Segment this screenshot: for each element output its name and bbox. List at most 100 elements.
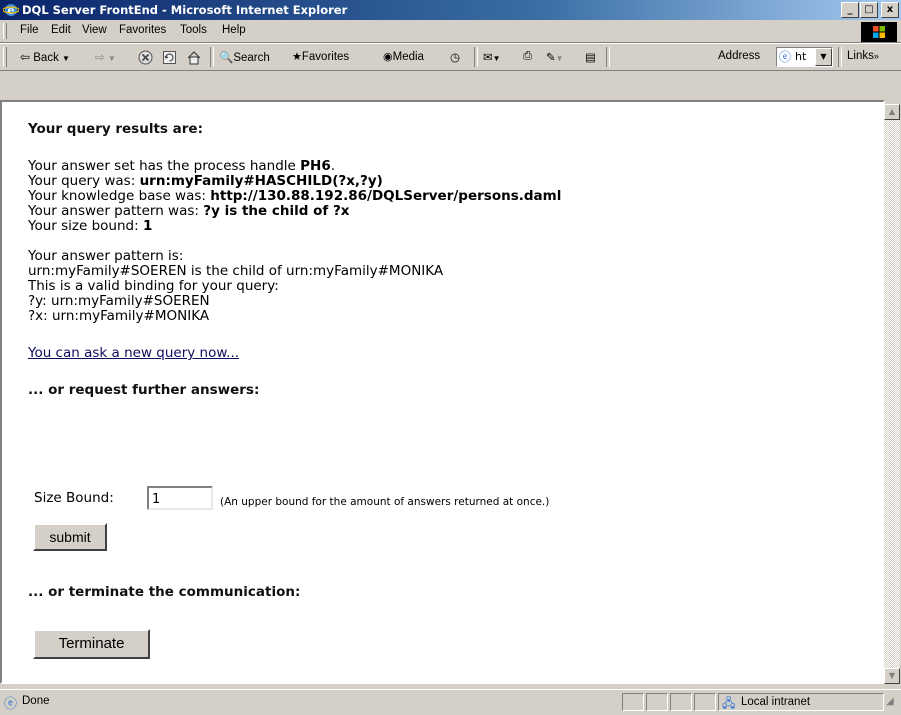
windows-flag-icon: [873, 26, 885, 38]
answer-line: ?x: urn:myFamily#MONIKA: [28, 308, 210, 324]
scroll-down-button[interactable]: ▼: [884, 668, 900, 684]
back-button[interactable]: ⇦ Back ▼: [20, 50, 70, 64]
answer-pattern-line: Your answer pattern was: ?y is the child…: [28, 204, 868, 219]
toolbar-separator: [210, 47, 214, 67]
media-icon: ◉: [383, 51, 393, 63]
address-label: Address: [718, 50, 761, 62]
size-bound-input[interactable]: 1: [147, 486, 213, 510]
answer-line: Your answer pattern is:: [28, 248, 184, 264]
query-line: Your query was: urn:myFamily#HASCHILD(?x…: [28, 174, 868, 189]
ie-throbber: [861, 22, 897, 42]
address-field[interactable]: ⓔ ht ▼: [776, 47, 833, 67]
process-handle: PH6: [300, 158, 331, 174]
size-bound-line: Your size bound: 1: [28, 219, 868, 234]
svg-text:e: e: [8, 4, 15, 17]
toolbar-separator: [474, 47, 478, 67]
chevron-down-icon: ▼: [555, 54, 564, 63]
answer-line: This is a valid binding for your query:: [28, 278, 279, 294]
print-button[interactable]: ⎙: [523, 50, 532, 63]
menu-view[interactable]: View: [82, 24, 107, 36]
status-text: Done: [22, 695, 50, 707]
toolbar-separator: [606, 47, 610, 67]
standard-toolbar: ⇦ Back ▼ ⇨ ▼ 🔍Search ★Favorites ◉Media ◷…: [0, 43, 901, 71]
search-button[interactable]: 🔍Search: [219, 50, 270, 64]
chevron-up-icon: ▲: [888, 107, 896, 116]
pattern-prefix: Your answer pattern was:: [28, 203, 204, 219]
local-intranet-icon: 🖧: [722, 696, 736, 710]
size-bound-label: Size Bound:: [34, 490, 114, 506]
further-answers-heading: ... or request further answers:: [28, 382, 260, 398]
answer-line: ?y: urn:myFamily#SOEREN: [28, 293, 210, 309]
search-label: Search: [233, 52, 270, 64]
home-icon: [187, 51, 201, 65]
window-title: DQL Server FrontEnd - Microsoft Internet…: [22, 3, 348, 17]
media-label: Media: [392, 51, 424, 63]
address-value: ht: [795, 50, 807, 63]
menu-tools[interactable]: Tools: [180, 24, 207, 36]
pattern-value: ?y is the child of ?x: [203, 203, 350, 219]
process-prefix: Your answer set has the process handle: [28, 158, 301, 174]
zone-panel: 🖧 Local intranet: [718, 693, 884, 711]
favorites-icon: ★: [292, 51, 302, 63]
answer-line: urn:myFamily#SOEREN is the child of urn:…: [28, 263, 444, 279]
process-suffix: .: [330, 158, 336, 174]
process-handle-line: Your answer set has the process handle P…: [28, 159, 868, 174]
kb-prefix: Your knowledge base was:: [28, 188, 211, 204]
chevron-down-icon: ▼: [107, 54, 116, 63]
resize-grip-icon[interactable]: ◢: [886, 696, 894, 707]
media-button[interactable]: ◉Media: [383, 50, 424, 63]
forward-button[interactable]: ⇨ ▼: [95, 50, 116, 64]
size-bound-hint: (An upper bound for the amount of answer…: [220, 496, 550, 508]
history-button[interactable]: ◷: [450, 50, 460, 64]
knowledge-base-line: Your knowledge base was: http://130.88.1…: [28, 189, 868, 204]
stop-icon: [138, 50, 153, 65]
minimize-button[interactable]: _: [841, 2, 859, 18]
refresh-icon: [163, 51, 176, 64]
print-icon: ⎙: [523, 50, 533, 62]
toolbar-separator: [838, 47, 842, 67]
status-panel: [670, 693, 692, 711]
ie-logo-icon: e: [3, 4, 19, 17]
maximize-button[interactable]: □: [860, 2, 878, 18]
mail-button[interactable]: ✉▼: [483, 50, 501, 64]
address-dropdown-button[interactable]: ▼: [815, 48, 832, 66]
query-value: urn:myFamily#HASCHILD(?x,?y): [139, 173, 383, 189]
stop-button[interactable]: [138, 50, 153, 65]
size-value: 1: [142, 218, 153, 234]
page-done-icon: ⓔ: [4, 697, 18, 712]
home-button[interactable]: [186, 50, 202, 65]
query-prefix: Your query was:: [28, 173, 140, 189]
terminate-heading: ... or terminate the communication:: [28, 584, 301, 600]
discuss-button[interactable]: ▤: [585, 50, 596, 64]
links-button[interactable]: Links»: [847, 50, 879, 62]
menu-bar: File Edit View Favorites Tools Help: [0, 20, 901, 43]
results-heading: Your query results are:: [28, 121, 203, 137]
terminate-button[interactable]: Terminate: [33, 629, 150, 659]
vertical-scrollbar[interactable]: ▲ ▼: [884, 104, 900, 684]
page-body: Your query results are: Your answer set …: [28, 122, 868, 398]
scroll-up-button[interactable]: ▲: [884, 104, 900, 120]
search-icon: 🔍: [219, 52, 234, 64]
status-panel: [622, 693, 644, 711]
mail-icon: ✉: [483, 52, 493, 64]
size-prefix: Your size bound:: [28, 218, 143, 234]
back-arrow-icon: ⇦: [20, 50, 31, 64]
status-bar: ⓔ Done 🖧 Local intranet ◢: [0, 689, 901, 714]
favorites-button[interactable]: ★Favorites: [292, 50, 349, 63]
menu-help[interactable]: Help: [222, 24, 246, 36]
back-label: Back: [33, 52, 59, 64]
forward-arrow-icon: ⇨: [95, 52, 105, 64]
new-query-link[interactable]: You can ask a new query now...: [28, 345, 239, 361]
menu-file[interactable]: File: [20, 24, 39, 36]
menubar-grip: [3, 23, 7, 39]
chevron-down-icon: ▼: [492, 54, 501, 63]
window-titlebar[interactable]: e DQL Server FrontEnd - Microsoft Intern…: [0, 0, 901, 20]
chevron-down-icon: ▼: [820, 52, 827, 61]
chevron-down-icon: ▼: [888, 671, 896, 680]
submit-button[interactable]: submit: [33, 523, 107, 551]
refresh-button[interactable]: [162, 50, 177, 65]
menu-edit[interactable]: Edit: [51, 24, 71, 36]
edit-button[interactable]: ✎▼: [546, 50, 564, 64]
menu-favorites[interactable]: Favorites: [119, 24, 166, 36]
close-button[interactable]: x: [881, 2, 899, 18]
